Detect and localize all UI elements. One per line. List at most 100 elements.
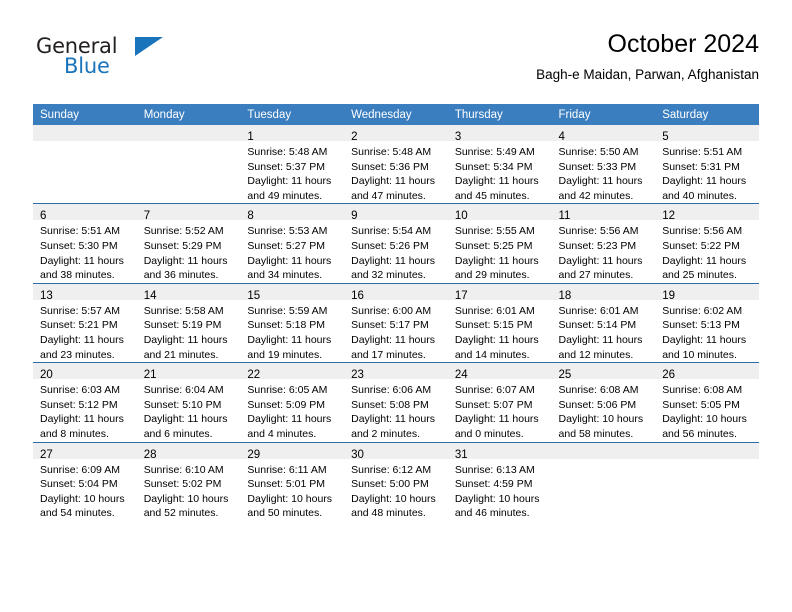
daylight-line-2: and 49 minutes. bbox=[247, 189, 323, 202]
day-detail-block: Sunrise: 6:01 AM Sunset: 5:15 PM Daylight:… bbox=[448, 300, 552, 362]
sunrise-line: Sunrise: 6:10 AM bbox=[143, 463, 224, 476]
calendar-day-cell[interactable]: 17 Sunrise: 6:01 AM Sunset: 5:15 PM Dayligh… bbox=[447, 282, 552, 363]
sunrise-line: Sunrise: 5:56 AM bbox=[662, 225, 743, 238]
day-detail-block: Sunrise: 5:51 AM Sunset: 5:30 PM Daylight:… bbox=[33, 220, 137, 282]
sunrise-line: Sunrise: 6:08 AM bbox=[662, 384, 743, 397]
day-number-band bbox=[551, 442, 656, 459]
day-number: 25 bbox=[558, 369, 572, 382]
sunset-line: Sunset: 5:23 PM bbox=[558, 239, 637, 252]
calendar-day-cell[interactable]: 29 Sunrise: 6:11 AM Sunset: 5:01 PM Dayligh… bbox=[240, 441, 345, 521]
calendar-week-row: 27 Sunrise: 6:09 AM Sunset: 5:04 PM Dayligh… bbox=[33, 441, 759, 521]
day-number-band: 3 bbox=[447, 125, 552, 143]
calendar-day-cell[interactable]: 5 Sunrise: 5:51 AM Sunset: 5:31 PM Daylight… bbox=[655, 125, 759, 204]
sunrise-line: Sunrise: 6:01 AM bbox=[454, 304, 535, 317]
sunrise-line: Sunrise: 5:58 AM bbox=[143, 304, 224, 317]
daylight-line-2: and 47 minutes. bbox=[351, 189, 426, 202]
calendar-day-cell[interactable]: 15 Sunrise: 5:59 AM Sunset: 5:18 PM Dayligh… bbox=[240, 282, 345, 363]
page-title: October 2024 bbox=[607, 30, 760, 58]
daylight-line-1: Daylight: 11 hours bbox=[351, 413, 435, 426]
day-detail-block: Sunrise: 5:57 AM Sunset: 5:21 PM Daylight:… bbox=[33, 300, 137, 362]
calendar-day-cell[interactable]: 10 Sunrise: 5:55 AM Sunset: 5:25 PM Dayligh… bbox=[447, 203, 552, 284]
calendar-day-cell[interactable]: 28 Sunrise: 6:10 AM Sunset: 5:02 PM Dayligh… bbox=[136, 441, 241, 521]
day-number-band bbox=[655, 442, 759, 459]
day-number: 24 bbox=[454, 369, 468, 382]
daylight-line-2: and 34 minutes. bbox=[247, 269, 323, 282]
daylight-line-1: Daylight: 11 hours bbox=[40, 254, 124, 267]
calendar-day-cell[interactable]: 20 Sunrise: 6:03 AM Sunset: 5:12 PM Dayligh… bbox=[33, 362, 137, 442]
calendar-day-cell[interactable]: 12 Sunrise: 5:56 AM Sunset: 5:22 PM Dayligh… bbox=[655, 203, 759, 284]
sunset-line: Sunset: 5:25 PM bbox=[454, 239, 533, 252]
sunrise-line: Sunrise: 5:53 AM bbox=[247, 225, 328, 238]
daylight-line-2: and 4 minutes. bbox=[247, 427, 317, 440]
day-number: 15 bbox=[247, 289, 261, 302]
general-blue-logo: General Blue bbox=[33, 34, 233, 90]
day-number: 5 bbox=[662, 131, 669, 143]
daylight-line-1: Daylight: 10 hours bbox=[143, 492, 229, 505]
calendar-day-cell[interactable]: 25 Sunrise: 6:08 AM Sunset: 5:06 PM Dayligh… bbox=[551, 362, 656, 442]
sunset-line: Sunset: 5:27 PM bbox=[247, 239, 326, 252]
daylight-line-1: Daylight: 11 hours bbox=[454, 413, 539, 426]
calendar-day-cell[interactable]: 7 Sunrise: 5:52 AM Sunset: 5:29 PM Daylight… bbox=[136, 203, 241, 284]
calendar-day-cell[interactable]: 8 Sunrise: 5:53 AM Sunset: 5:27 PM Daylight… bbox=[240, 203, 345, 284]
calendar-day-cell[interactable]: 19 Sunrise: 6:02 AM Sunset: 5:13 PM Dayligh… bbox=[655, 282, 759, 363]
daylight-line-2: and 52 minutes. bbox=[143, 507, 219, 520]
daylight-line-1: Daylight: 10 hours bbox=[662, 413, 747, 426]
day-number-band: 20 bbox=[33, 363, 137, 381]
daylight-line-2: and 54 minutes. bbox=[40, 507, 115, 520]
day-number-band: 19 bbox=[655, 283, 759, 302]
day-number: 3 bbox=[454, 131, 462, 143]
calendar-day-cell[interactable]: 1 Sunrise: 5:48 AM Sunset: 5:37 PM Daylight… bbox=[240, 125, 345, 204]
daylight-line-1: Daylight: 11 hours bbox=[247, 413, 332, 426]
daylight-line-1: Daylight: 11 hours bbox=[143, 254, 228, 267]
calendar-day-cell[interactable]: 6 Sunrise: 5:51 AM Sunset: 5:30 PM Daylight… bbox=[33, 203, 137, 284]
calendar-day-cell[interactable]: 14 Sunrise: 5:58 AM Sunset: 5:19 PM Dayligh… bbox=[136, 282, 241, 363]
day-number-band: 21 bbox=[136, 363, 241, 381]
calendar-day-cell[interactable]: 23 Sunrise: 6:06 AM Sunset: 5:08 PM Dayligh… bbox=[344, 362, 448, 442]
calendar-day-cell[interactable]: 2 Sunrise: 5:48 AM Sunset: 5:36 PM Daylight… bbox=[344, 125, 448, 204]
day-number: 29 bbox=[247, 448, 261, 461]
sunset-line: Sunset: 5:26 PM bbox=[351, 239, 429, 252]
calendar-day-cell[interactable]: 30 Sunrise: 6:12 AM Sunset: 5:00 PM Dayligh… bbox=[344, 441, 448, 521]
calendar-day-cell[interactable]: 9 Sunrise: 5:54 AM Sunset: 5:26 PM Daylight… bbox=[344, 203, 448, 284]
daylight-line-2: and 14 minutes. bbox=[454, 348, 530, 361]
calendar-week-row: 20 Sunrise: 6:03 AM Sunset: 5:12 PM Dayligh… bbox=[33, 362, 759, 442]
day-number-band: 13 bbox=[33, 283, 137, 302]
sunrise-line: Sunrise: 5:54 AM bbox=[351, 225, 432, 238]
daylight-line-1: Daylight: 10 hours bbox=[40, 492, 125, 505]
calendar-day-cell[interactable]: 24 Sunrise: 6:07 AM Sunset: 5:07 PM Dayligh… bbox=[447, 362, 552, 442]
sunrise-line: Sunrise: 6:05 AM bbox=[247, 384, 328, 397]
day-detail-block: Sunrise: 6:01 AM Sunset: 5:14 PM Daylight:… bbox=[552, 300, 656, 362]
daylight-line-2: and 38 minutes. bbox=[40, 269, 115, 282]
calendar-day-cell-empty bbox=[33, 125, 137, 204]
sunrise-line: Sunrise: 6:00 AM bbox=[351, 304, 432, 317]
calendar-day-cell[interactable]: 16 Sunrise: 6:00 AM Sunset: 5:17 PM Dayligh… bbox=[344, 282, 448, 363]
daylight-line-1: Daylight: 10 hours bbox=[454, 492, 540, 505]
calendar-day-cell[interactable]: 21 Sunrise: 6:04 AM Sunset: 5:10 PM Dayligh… bbox=[136, 362, 241, 442]
sunrise-line: Sunrise: 6:01 AM bbox=[558, 304, 639, 317]
sunrise-line: Sunrise: 6:09 AM bbox=[40, 463, 120, 476]
day-number-band: 6 bbox=[33, 204, 137, 222]
day-number-band: 30 bbox=[344, 442, 448, 461]
day-number-band: 28 bbox=[136, 442, 241, 461]
calendar-day-cell[interactable]: 18 Sunrise: 6:01 AM Sunset: 5:14 PM Dayligh… bbox=[551, 282, 656, 363]
calendar-day-cell[interactable]: 11 Sunrise: 5:56 AM Sunset: 5:23 PM Dayligh… bbox=[551, 203, 656, 284]
calendar-day-cell[interactable]: 27 Sunrise: 6:09 AM Sunset: 5:04 PM Dayligh… bbox=[33, 441, 137, 521]
calendar-day-cell[interactable]: 26 Sunrise: 6:08 AM Sunset: 5:05 PM Dayligh… bbox=[655, 362, 759, 442]
daylight-line-2: and 12 minutes. bbox=[558, 348, 634, 361]
day-number-band: 8 bbox=[240, 204, 345, 222]
calendar-body: 1 Sunrise: 5:48 AM Sunset: 5:37 PM Daylight… bbox=[33, 125, 759, 521]
calendar-day-cell[interactable]: 4 Sunrise: 5:50 AM Sunset: 5:33 PM Daylight… bbox=[551, 125, 656, 204]
day-number-band bbox=[33, 125, 137, 141]
day-detail-block: Sunrise: 5:54 AM Sunset: 5:26 PM Daylight:… bbox=[344, 220, 448, 282]
sunset-line: Sunset: 5:22 PM bbox=[662, 239, 740, 252]
day-number: 26 bbox=[662, 369, 676, 382]
sunset-line: Sunset: 5:31 PM bbox=[662, 160, 740, 173]
calendar-day-cell[interactable]: 3 Sunrise: 5:49 AM Sunset: 5:34 PM Daylight… bbox=[447, 125, 552, 204]
weekday-header-thursday: Thursday bbox=[447, 104, 552, 125]
calendar-day-cell[interactable]: 22 Sunrise: 6:05 AM Sunset: 5:09 PM Dayligh… bbox=[240, 362, 345, 442]
calendar-day-cell[interactable]: 31 Sunrise: 6:13 AM Sunset: 4:59 PM Dayligh… bbox=[447, 441, 552, 521]
calendar-day-cell[interactable]: 13 Sunrise: 5:57 AM Sunset: 5:21 PM Dayligh… bbox=[33, 282, 137, 363]
day-detail-block: Sunrise: 5:59 AM Sunset: 5:18 PM Daylight:… bbox=[240, 300, 344, 362]
page-header: General Blue October 2024 Bagh-e Maidan,… bbox=[33, 28, 759, 100]
daylight-line-1: Daylight: 11 hours bbox=[662, 254, 747, 267]
